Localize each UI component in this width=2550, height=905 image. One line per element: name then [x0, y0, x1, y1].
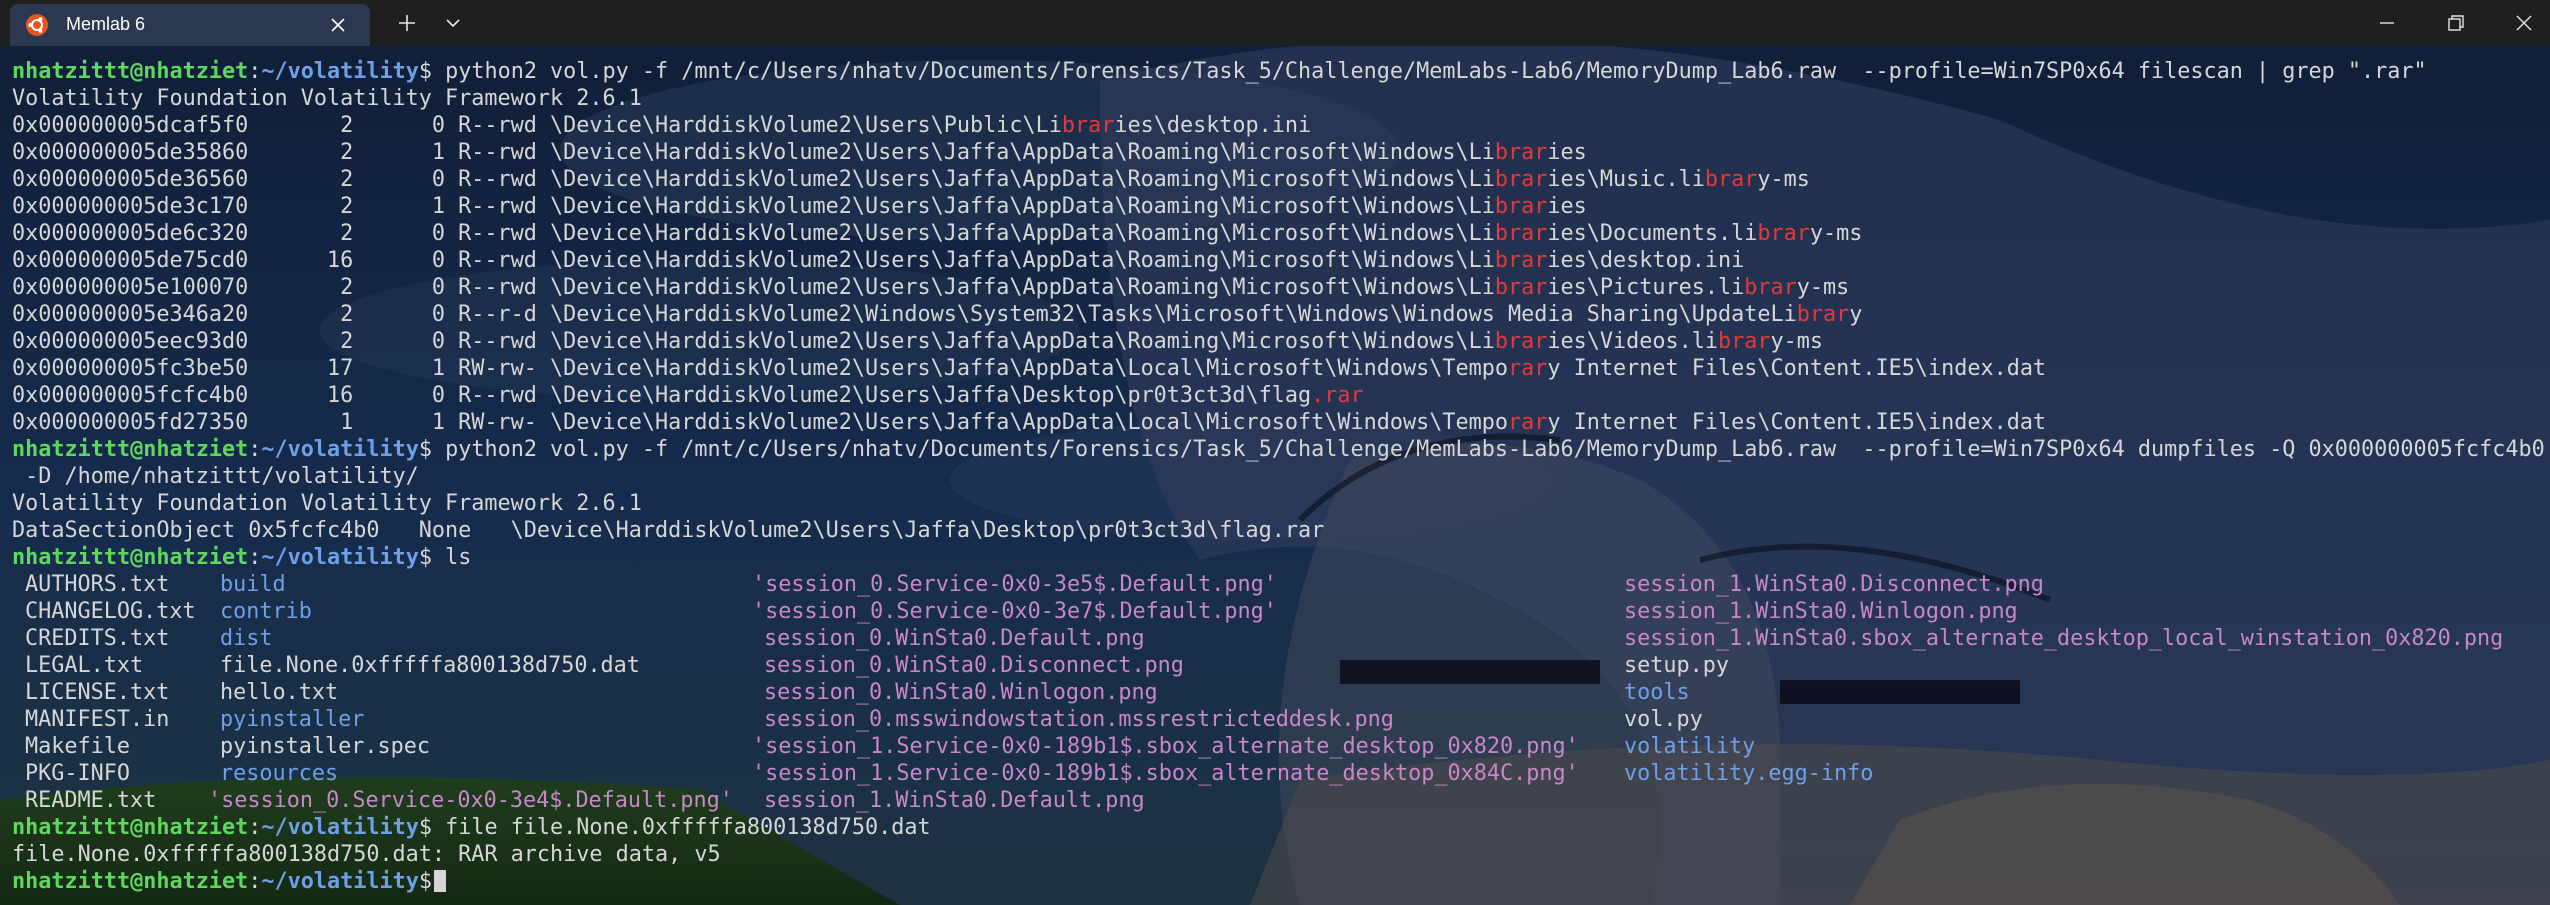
ls-entry: dist — [220, 626, 273, 651]
restore-icon[interactable] — [2443, 10, 2469, 36]
prompt-path: ~/volatility — [261, 59, 419, 84]
prompt-colon: : — [248, 59, 262, 84]
ls-entry: 'session_0.Service-0x0-3e4$.Default.png' — [208, 788, 733, 813]
tab-memlab-6[interactable]: Memlab 6 — [10, 4, 370, 46]
close-icon[interactable] — [2511, 10, 2537, 36]
scan-row: 0x000000005dcaf5f0 2 0 R--rwd \Device\Ha… — [12, 113, 1312, 138]
ls-entry: CHANGELOG.txt — [25, 599, 196, 624]
dump-result: DataSectionObject 0x5fcfc4b0 None \Devic… — [12, 518, 1325, 543]
title-bar: Memlab 6 — [0, 0, 2550, 46]
scan-row: 0x000000005de3c170 2 1 R--rwd \Device\Ha… — [12, 194, 1587, 219]
close-icon[interactable] — [328, 15, 348, 35]
ls-entry: MANIFEST.in — [25, 707, 170, 732]
ls-row: PKG-INFO resources 'session_1.Service-0x0-… — [0, 760, 2550, 787]
ls-entry: AUTHORS.txt — [25, 572, 170, 597]
command-continuation: -D /home/nhatzittt/volatility/ — [12, 464, 419, 489]
ls-entry: resources — [220, 761, 339, 786]
ls-entry: CREDITS.txt — [25, 626, 170, 651]
command-text: python2 vol.py -f /mnt/c/Users/nhatv/Doc… — [431, 59, 2427, 84]
ls-entry: setup.py — [1624, 653, 1729, 678]
terminal-output[interactable]: nhatzittt@nhatziet:~/volatility$ python2… — [0, 58, 2550, 905]
minimize-icon[interactable] — [2374, 10, 2400, 36]
ls-entry: Makefile — [25, 734, 130, 759]
scan-row: 0x000000005fd27350 1 1 RW-rw- \Device\Ha… — [12, 410, 2047, 435]
output-banner: Volatility Foundation Volatility Framewo… — [12, 491, 642, 516]
tab-title: Memlab 6 — [66, 14, 146, 34]
ls-entry: pyinstaller — [220, 707, 365, 732]
command-line-current[interactable]: nhatzittt@nhatziet:~/volatility$ — [0, 868, 2550, 895]
ls-entry: 'session_0.Service-0x0-3e7$.Default.png' — [752, 599, 1277, 624]
scan-row: 0x000000005e346a20 2 0 R--r-d \Device\Ha… — [12, 302, 1863, 327]
ls-entry: LICENSE.txt — [25, 680, 170, 705]
ls-entry: tools — [1624, 680, 1690, 705]
scan-row: 0x000000005de6c320 2 0 R--rwd \Device\Ha… — [12, 221, 1863, 246]
ls-entry: PKG-INFO — [25, 761, 130, 786]
command-line-ls: nhatzittt@nhatziet:~/volatility$ ls — [12, 545, 472, 570]
ls-entry: volatility — [1624, 734, 1756, 759]
ls-entry: build — [220, 572, 286, 597]
command-line-dumpfiles: nhatzittt@nhatziet:~/volatility$ python2… — [12, 437, 2545, 462]
ls-entry: session_1.WinSta0.Disconnect.png — [1624, 572, 2044, 597]
ls-entry: session_1.WinSta0.Default.png — [764, 788, 1145, 813]
ls-entry: session_0.WinSta0.Default.png — [764, 626, 1145, 651]
ubuntu-icon — [26, 14, 48, 36]
ls-entry: pyinstaller.spec — [220, 734, 430, 759]
scan-row: 0x000000005de35860 2 1 R--rwd \Device\Ha… — [12, 140, 1587, 165]
chevron-down-icon[interactable] — [440, 10, 466, 36]
ls-entry: LEGAL.txt — [25, 653, 144, 678]
ls-entry: volatility.egg-info — [1624, 761, 1874, 786]
ls-row: LEGAL.txt file.None.0xfffffa800138d750.da… — [0, 652, 2550, 679]
ls-row: README.txt 'session_0.Service-0x0-3e4$.De… — [0, 787, 2550, 814]
terminal-window: Memlab 6 nhatzittt@nhatziet:~/volatility… — [0, 0, 2550, 905]
ls-entry: 'session_1.Service-0x0-189b1$.sbox_alter… — [752, 761, 1579, 786]
output-banner: Volatility Foundation Volatility Framewo… — [12, 86, 642, 111]
ls-entry: 'session_1.Service-0x0-189b1$.sbox_alter… — [752, 734, 1579, 759]
ls-entry: session_1.WinSta0.sbox_alternate_desktop… — [1624, 626, 2504, 651]
ls-listing: AUTHORS.txt build 'session_0.Service-0x0-3… — [0, 571, 2550, 814]
ls-row: CREDITS.txt dist session_0.WinSta0.Default… — [0, 625, 2550, 652]
plus-icon[interactable] — [394, 10, 420, 36]
command-text: file file.None.0xfffffa800138d750.dat — [431, 815, 931, 840]
command-line-filescan: nhatzittt@nhatziet:~/volatility$ python2… — [0, 58, 2550, 85]
ls-entry: README.txt — [25, 788, 157, 813]
scan-row: 0x000000005fc3be50 17 1 RW-rw- \Device\H… — [12, 356, 2047, 381]
scan-row: 0x000000005de36560 2 0 R--rwd \Device\Ha… — [12, 167, 1810, 192]
ls-entry: hello.txt — [220, 680, 339, 705]
ls-row: MANIFEST.in pyinstaller session_0.msswindo… — [0, 706, 2550, 733]
scan-row: 0x000000005de75cd0 16 0 R--rwd \Device\H… — [12, 248, 1745, 273]
ls-entry: session_0.WinSta0.Winlogon.png — [764, 680, 1158, 705]
scan-row-flag-rar: 0x000000005fcfc4b0 16 0 R--rwd \Device\H… — [12, 383, 1364, 408]
ls-row: AUTHORS.txt build 'session_0.Service-0x0-3… — [0, 571, 2550, 598]
text-cursor — [433, 870, 446, 892]
ls-row: Makefile pyinstaller.spec 'session_1.Servi… — [0, 733, 2550, 760]
ls-entry: contrib — [220, 599, 312, 624]
scan-row: 0x000000005e100070 2 0 R--rwd \Device\Ha… — [12, 275, 1850, 300]
ls-entry: session_1.WinSta0.Winlogon.png — [1624, 599, 2018, 624]
ls-row: CHANGELOG.txt contrib 'session_0.Service-0… — [0, 598, 2550, 625]
ls-entry: 'session_0.Service-0x0-3e5$.Default.png' — [752, 572, 1277, 597]
ls-entry: session_0.msswindowstation.mssrestricted… — [764, 707, 1394, 732]
ls-entry: session_0.WinSta0.Disconnect.png — [764, 653, 1184, 678]
prompt-symbol: $ — [418, 59, 432, 84]
command-line-file: nhatzittt@nhatziet:~/volatility$ file fi… — [12, 815, 931, 840]
ls-entry: file.None.0xfffffa800138d750.dat — [220, 653, 640, 678]
file-result: file.None.0xfffffa800138d750.dat: RAR ar… — [12, 842, 721, 867]
command-text: python2 vol.py -f /mnt/c/Users/nhatv/Doc… — [431, 437, 2545, 462]
ls-row: LICENSE.txt hello.txt session_0.WinSta0.Wi… — [0, 679, 2550, 706]
prompt-user: nhatzittt@nhatziet — [12, 59, 249, 84]
ls-entry: vol.py — [1624, 707, 1703, 732]
scan-row: 0x000000005eec93d0 2 0 R--rwd \Device\Ha… — [12, 329, 1823, 354]
command-text: ls — [431, 545, 472, 570]
